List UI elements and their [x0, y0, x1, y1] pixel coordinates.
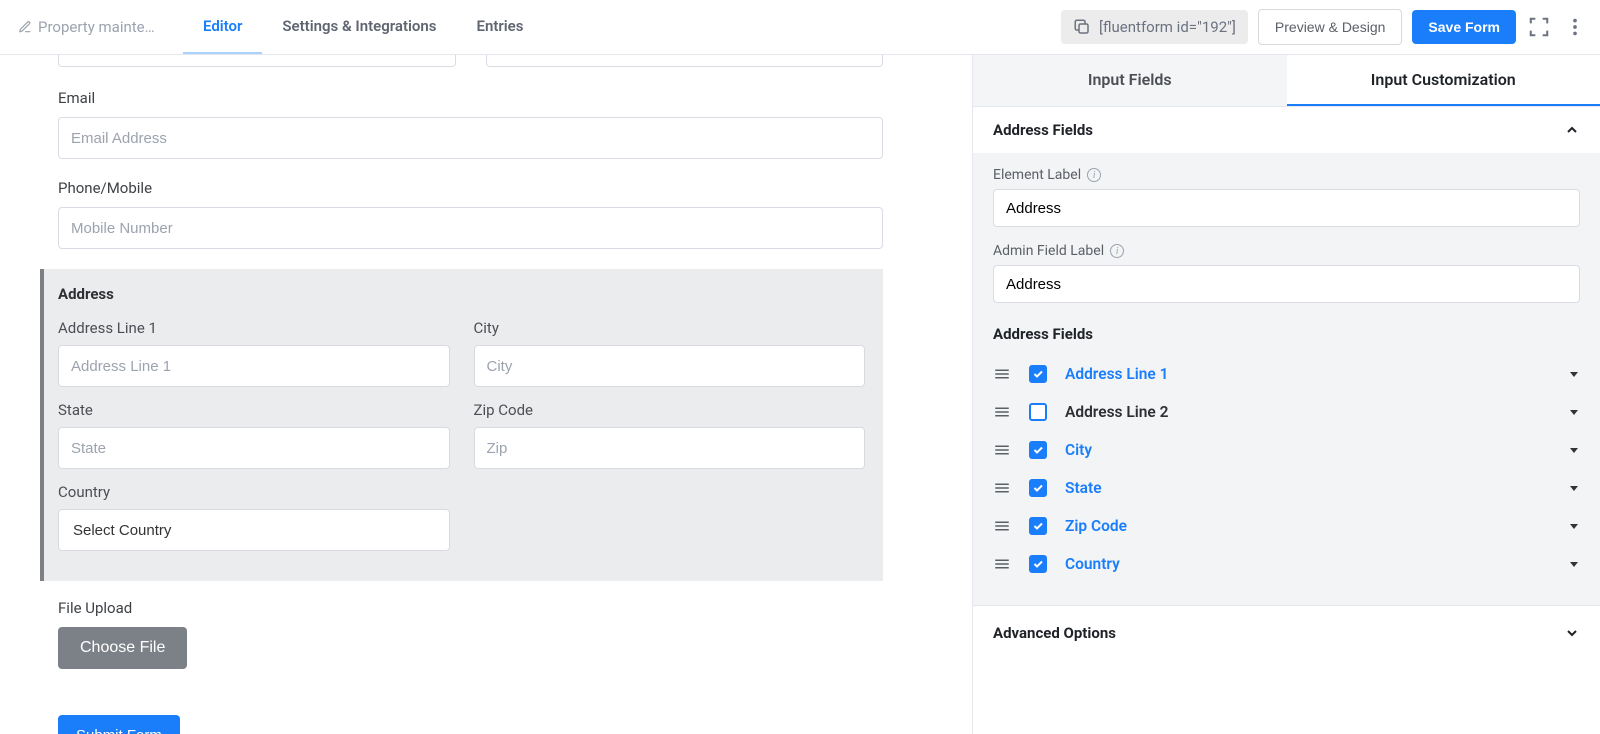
panel-tabs: Input Fields Input Customization [973, 55, 1600, 107]
email-field-group: Email [58, 89, 883, 159]
city-input[interactable] [474, 345, 866, 387]
address-field-label[interactable]: State [1065, 479, 1102, 497]
more-menu-button[interactable] [1562, 14, 1588, 40]
state-input[interactable] [58, 427, 450, 469]
preview-design-button[interactable]: Preview & Design [1258, 9, 1403, 45]
address-field-label[interactable]: City [1065, 441, 1092, 459]
field-enable-checkbox[interactable] [1029, 365, 1047, 383]
country-select[interactable]: Select Country [58, 509, 450, 551]
drag-handle-icon[interactable] [993, 365, 1011, 383]
caret-down-icon[interactable] [1568, 482, 1580, 494]
field-enable-checkbox[interactable] [1029, 479, 1047, 497]
field-enable-checkbox[interactable] [1029, 403, 1047, 421]
element-label-label: Element Label i [993, 167, 1580, 183]
submit-form-button[interactable]: Submit Form [58, 715, 180, 734]
address-field-label[interactable]: Zip Code [1065, 517, 1127, 535]
editor-canvas: Email Phone/Mobile Address Address Line … [0, 55, 972, 734]
caret-down-icon[interactable] [1568, 368, 1580, 380]
name-last-input[interactable] [486, 55, 884, 67]
drag-handle-icon[interactable] [993, 555, 1011, 573]
address-line1-input[interactable] [58, 345, 450, 387]
chevron-up-icon [1564, 122, 1580, 138]
tab-input-customization[interactable]: Input Customization [1287, 55, 1600, 106]
address-field-row[interactable]: Address Line 1 [993, 355, 1580, 393]
fullscreen-button[interactable] [1526, 14, 1552, 40]
section-address-fields-header[interactable]: Address Fields [973, 107, 1600, 153]
file-upload-group: File Upload Choose File [58, 599, 883, 669]
country-label: Country [58, 483, 450, 501]
address-field-label[interactable]: Country [1065, 555, 1120, 573]
tab-settings-integrations[interactable]: Settings & Integrations [262, 0, 456, 54]
topbar: Property mainte… Editor Settings & Integ… [0, 0, 1600, 55]
zip-input[interactable] [474, 427, 866, 469]
file-upload-label: File Upload [58, 599, 883, 617]
save-form-button[interactable]: Save Form [1412, 10, 1516, 44]
drag-handle-icon[interactable] [993, 479, 1011, 497]
address-field-row[interactable]: City [993, 431, 1580, 469]
advanced-options-title: Advanced Options [993, 624, 1116, 642]
choose-file-button[interactable]: Choose File [58, 627, 187, 669]
drag-handle-icon[interactable] [993, 517, 1011, 535]
admin-label-input[interactable] [993, 265, 1580, 303]
phone-field-group: Phone/Mobile [58, 179, 883, 249]
field-enable-checkbox[interactable] [1029, 517, 1047, 535]
section-title: Address Fields [993, 121, 1093, 139]
tab-entries[interactable]: Entries [456, 0, 543, 54]
form-name-text: Property mainte… [38, 18, 155, 36]
name-first-input[interactable] [58, 55, 456, 67]
pencil-icon [18, 20, 32, 34]
caret-down-icon[interactable] [1568, 444, 1580, 456]
kebab-icon [1564, 16, 1586, 38]
info-icon[interactable]: i [1087, 168, 1101, 182]
email-label: Email [58, 89, 883, 107]
address-field-row[interactable]: Zip Code [993, 507, 1580, 545]
chevron-down-icon [1564, 625, 1580, 641]
address-field-row[interactable]: Address Line 2 [993, 393, 1580, 431]
info-icon[interactable]: i [1110, 244, 1124, 258]
address-field-label[interactable]: Address Line 1 [1065, 365, 1168, 383]
sidepanel: Input Fields Input Customization Address… [972, 55, 1600, 734]
topbar-right: [fluentform id="192"] Preview & Design S… [1061, 9, 1588, 45]
email-input[interactable] [58, 117, 883, 159]
tab-input-fields[interactable]: Input Fields [973, 55, 1287, 106]
city-label: City [474, 319, 866, 337]
shortcode-text: [fluentform id="192"] [1099, 18, 1236, 36]
state-label: State [58, 401, 450, 419]
address-line1-label: Address Line 1 [58, 319, 450, 337]
address-field-row[interactable]: Country [993, 545, 1580, 583]
address-field-label[interactable]: Address Line 2 [1065, 403, 1168, 421]
tab-editor[interactable]: Editor [183, 0, 262, 54]
zip-label: Zip Code [474, 401, 866, 419]
fullscreen-icon [1528, 16, 1550, 38]
address-block-selected[interactable]: Address Address Line 1 City State [40, 269, 883, 581]
address-fields-heading: Address Fields [993, 325, 1580, 343]
caret-down-icon[interactable] [1568, 520, 1580, 532]
element-label-input[interactable] [993, 189, 1580, 227]
phone-label: Phone/Mobile [58, 179, 883, 197]
field-enable-checkbox[interactable] [1029, 555, 1047, 573]
copy-icon [1073, 18, 1091, 36]
section-address-fields-body: Element Label i Admin Field Label i Addr… [973, 153, 1600, 605]
section-advanced-options[interactable]: Advanced Options [973, 605, 1600, 660]
form-name[interactable]: Property mainte… [18, 18, 173, 36]
address-block-title: Address [58, 285, 865, 303]
caret-down-icon[interactable] [1568, 406, 1580, 418]
shortcode-box[interactable]: [fluentform id="192"] [1061, 10, 1248, 44]
drag-handle-icon[interactable] [993, 441, 1011, 459]
caret-down-icon[interactable] [1568, 558, 1580, 570]
admin-label-label: Admin Field Label i [993, 243, 1580, 259]
address-field-row[interactable]: State [993, 469, 1580, 507]
nav-tabs: Editor Settings & Integrations Entries [183, 0, 543, 54]
phone-input[interactable] [58, 207, 883, 249]
field-enable-checkbox[interactable] [1029, 441, 1047, 459]
drag-handle-icon[interactable] [993, 403, 1011, 421]
